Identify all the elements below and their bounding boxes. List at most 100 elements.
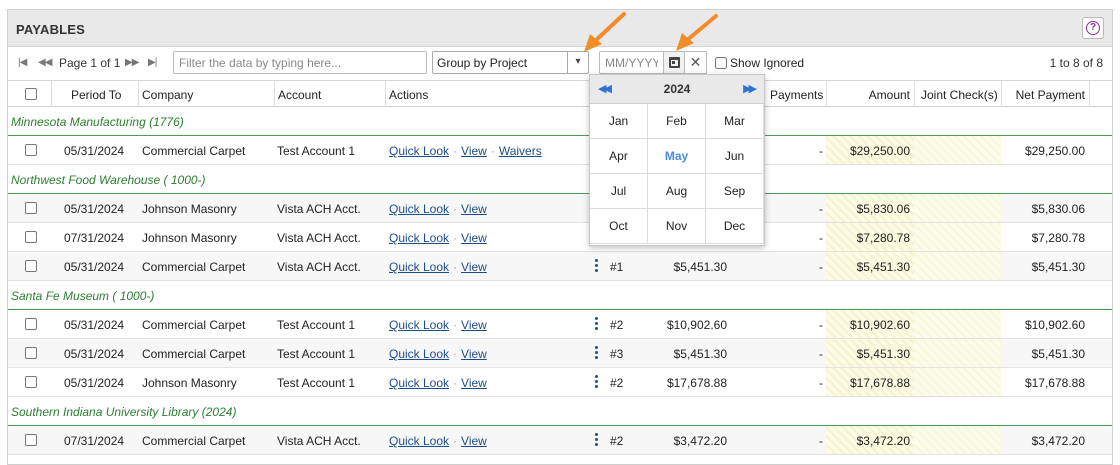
more-options-icon[interactable] (595, 375, 598, 390)
net-payment-cell: $10,902.60 (1024, 318, 1085, 332)
show-ignored-checkbox[interactable] (715, 57, 727, 69)
period-cell: 05/31/2024 (64, 347, 125, 361)
company-cell: Commercial Carpet (142, 434, 246, 448)
show-ignored-toggle[interactable]: Show Ignored (715, 56, 804, 70)
action-separator: · (453, 260, 458, 274)
account-cell: Vista ACH Acct. (277, 260, 361, 274)
clear-date-button[interactable]: ✕ (685, 51, 707, 74)
actions-cell: Quick Look · View (389, 231, 487, 245)
action-link-quick-look[interactable]: Quick Look (389, 318, 449, 332)
actions-cell: Quick Look · View (389, 318, 487, 332)
month-may[interactable]: May (648, 139, 706, 174)
group-label: Santa Fe Museum ( 1000-) (11, 289, 155, 303)
payment-amount-cell: $10,902.60 (666, 318, 727, 332)
account-cell: Test Account 1 (277, 318, 356, 332)
more-options-icon[interactable] (595, 346, 598, 361)
action-link-view[interactable]: View (461, 260, 487, 274)
action-link-quick-look[interactable]: Quick Look (389, 260, 449, 274)
month-dec[interactable]: Dec (706, 209, 764, 244)
row-checkbox[interactable] (25, 318, 37, 330)
action-link-view[interactable]: View (461, 347, 487, 361)
month-jun[interactable]: Jun (706, 139, 764, 174)
period-cell: 05/31/2024 (64, 144, 125, 158)
month-feb[interactable]: Feb (648, 104, 706, 139)
col-company[interactable]: Company (142, 88, 193, 102)
action-link-waivers[interactable]: Waivers (499, 144, 542, 158)
action-link-view[interactable]: View (461, 318, 487, 332)
month-sep[interactable]: Sep (706, 174, 764, 209)
payments-cell: - (819, 260, 823, 274)
col-amount[interactable]: Amount (826, 88, 910, 102)
more-options-icon[interactable] (595, 433, 598, 448)
col-joint-checks[interactable]: Joint Check(s) (921, 88, 998, 102)
action-link-view[interactable]: View (461, 231, 487, 245)
row-checkbox[interactable] (25, 231, 37, 243)
action-separator: · (490, 144, 495, 158)
row-checkbox[interactable] (25, 260, 37, 272)
row-checkbox[interactable] (25, 347, 37, 359)
net-payment-cell: $29,250.00 (1024, 144, 1085, 158)
col-payments[interactable]: Payments (770, 88, 823, 102)
amount-cell: $5,451.30 (856, 347, 910, 361)
month-apr[interactable]: Apr (590, 139, 648, 174)
month-nov[interactable]: Nov (648, 209, 706, 244)
net-payment-cell: $5,830.06 (1031, 202, 1085, 216)
period-cell: 07/31/2024 (64, 231, 125, 245)
show-ignored-label: Show Ignored (730, 56, 805, 70)
actions-cell: Quick Look · View (389, 434, 487, 448)
payables-panel: PAYABLES ? |◀ ◀◀ Page 1 of 1 ▶▶ ▶| Group… (7, 9, 1113, 465)
action-separator: · (453, 318, 458, 332)
action-link-quick-look[interactable]: Quick Look (389, 434, 449, 448)
col-net-payment[interactable]: Net Payment (1001, 88, 1085, 102)
filter-input[interactable] (173, 51, 427, 74)
group-row: Santa Fe Museum ( 1000-) (8, 281, 1112, 310)
last-page-icon[interactable]: ▶| (148, 57, 157, 68)
action-link-view[interactable]: View (461, 202, 487, 216)
joint-check-cell (914, 310, 1001, 338)
month-jan[interactable]: Jan (590, 104, 648, 139)
row-checkbox[interactable] (25, 144, 37, 156)
more-options-icon[interactable] (595, 259, 598, 274)
action-link-view[interactable]: View (461, 144, 487, 158)
period-cell: 07/31/2024 (64, 434, 125, 448)
action-link-quick-look[interactable]: Quick Look (389, 231, 449, 245)
col-period-to[interactable]: Period To (71, 88, 121, 102)
help-button[interactable]: ? (1082, 17, 1104, 39)
group-by-select[interactable]: Group by Project ▾ (432, 51, 589, 74)
action-link-view[interactable]: View (461, 376, 487, 390)
payment-amount-cell: $5,451.30 (673, 347, 727, 361)
page-info: Page 1 of 1 (59, 56, 121, 70)
row-checkbox[interactable] (25, 376, 37, 388)
col-actions[interactable]: Actions (389, 88, 428, 102)
action-link-quick-look[interactable]: Quick Look (389, 347, 449, 361)
month-picker-popup: ◀◀ 2024 ▶▶ Jan Feb Mar Apr May Jun Jul Aug Sep Oc… (589, 74, 765, 246)
action-separator: · (453, 231, 458, 245)
account-cell: Vista ACH Acct. (277, 434, 361, 448)
action-link-view[interactable]: View (461, 434, 487, 448)
first-page-icon[interactable]: |◀ (18, 57, 27, 68)
account-cell: Vista ACH Acct. (277, 202, 361, 216)
month-picker-year: 2024 (663, 82, 691, 96)
prev-page-icon[interactable]: ◀◀ (38, 57, 52, 68)
next-year-icon[interactable]: ▶▶ (743, 82, 757, 95)
month-jul[interactable]: Jul (590, 174, 648, 209)
net-payment-cell: $5,451.30 (1031, 347, 1085, 361)
next-page-icon[interactable]: ▶▶ (125, 57, 139, 68)
month-aug[interactable]: Aug (648, 174, 706, 209)
net-payment-cell: $5,451.30 (1031, 260, 1085, 274)
payments-cell: - (819, 144, 823, 158)
select-all-checkbox[interactable] (25, 88, 37, 100)
row-checkbox[interactable] (25, 434, 37, 446)
action-link-quick-look[interactable]: Quick Look (389, 144, 449, 158)
calendar-button[interactable] (663, 51, 685, 74)
row-checkbox[interactable] (25, 202, 37, 214)
joint-check-cell (914, 426, 1001, 454)
month-oct[interactable]: Oct (590, 209, 648, 244)
action-separator: · (453, 434, 458, 448)
col-account[interactable]: Account (278, 88, 321, 102)
action-link-quick-look[interactable]: Quick Look (389, 202, 449, 216)
more-options-icon[interactable] (595, 317, 598, 332)
month-mar[interactable]: Mar (706, 104, 764, 139)
action-link-quick-look[interactable]: Quick Look (389, 376, 449, 390)
payments-cell: - (819, 318, 823, 332)
